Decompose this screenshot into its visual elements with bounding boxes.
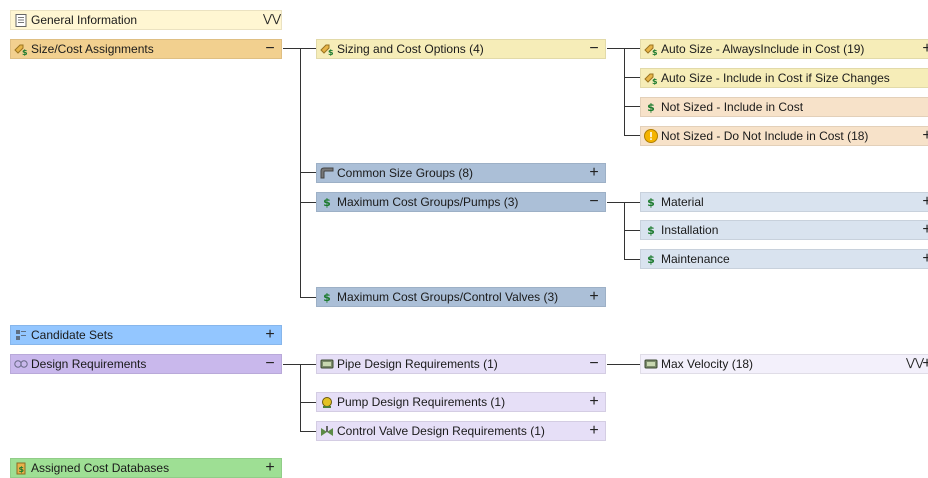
collapse-button[interactable]: −	[587, 40, 601, 58]
expand-button[interactable]: +	[263, 326, 277, 344]
not-sized-include-label: Not Sized - Include in Cost	[661, 100, 804, 114]
expand-button[interactable]: +	[920, 355, 928, 373]
connector	[624, 259, 640, 260]
assigned-cost-databases-label: Assigned Cost Databases	[31, 461, 170, 475]
design-icon	[14, 357, 28, 371]
candidate-sets-label: Candidate Sets	[31, 328, 114, 342]
max-velocity-node[interactable]: Max Velocity (18) ⋁⋁ +	[640, 354, 928, 374]
svg-text:$: $	[19, 465, 25, 474]
size-cost-assignments-label: Size/Cost Assignments	[31, 42, 154, 56]
connector	[624, 77, 640, 78]
connector	[300, 172, 316, 173]
max-cost-pumps-label: Maximum Cost Groups/Pumps (3)	[337, 195, 519, 209]
design-requirements-node[interactable]: Design Requirements −	[10, 354, 282, 374]
svg-text:$: $	[652, 48, 658, 56]
installation-node[interactable]: $ Installation +	[640, 220, 928, 240]
dollar-icon: $	[647, 223, 655, 237]
expand-button[interactable]: +	[587, 164, 601, 182]
svg-text:$: $	[328, 48, 334, 56]
connector	[300, 364, 301, 431]
dollar-icon: $	[647, 195, 655, 209]
size-cost-icon: $	[320, 42, 334, 56]
pipe-icon	[320, 357, 334, 371]
collapse-button[interactable]: −	[263, 355, 277, 373]
auto-size-if-changes-node[interactable]: $ Auto Size - Include in Cost if Size Ch…	[640, 68, 928, 88]
valve-design-requirements-label: Control Valve Design Requirements (1)	[337, 424, 545, 438]
maintenance-node[interactable]: $ Maintenance +	[640, 249, 928, 269]
dollar-icon: $	[647, 100, 655, 114]
pipe-design-requirements-node[interactable]: Pipe Design Requirements (1) −	[316, 354, 606, 374]
expand-button[interactable]: +	[920, 127, 928, 145]
material-node[interactable]: $ Material +	[640, 192, 928, 212]
material-label: Material	[661, 195, 704, 209]
not-sized-exclude-node[interactable]: Not Sized - Do Not Include in Cost (18) …	[640, 126, 928, 146]
max-cost-pumps-node[interactable]: $ Maximum Cost Groups/Pumps (3) −	[316, 192, 606, 212]
common-size-groups-label: Common Size Groups (8)	[337, 166, 474, 180]
size-cost-icon: $	[644, 42, 658, 56]
pipe-icon	[644, 357, 658, 371]
connector	[607, 364, 640, 365]
dollar-icon: $	[323, 290, 331, 304]
valve-design-requirements-node[interactable]: Control Valve Design Requirements (1) +	[316, 421, 606, 441]
expand-button[interactable]: +	[587, 288, 601, 306]
auto-size-if-changes-label: Auto Size - Include in Cost if Size Chan…	[661, 71, 890, 85]
document-icon	[14, 13, 28, 27]
valve-icon	[320, 424, 334, 438]
expand-button[interactable]: +	[920, 250, 928, 268]
size-cost-icon: $	[14, 42, 28, 56]
warning-icon	[644, 129, 658, 143]
dollar-icon: $	[647, 252, 655, 266]
database-icon: $	[14, 461, 28, 475]
pump-icon	[320, 395, 334, 409]
general-information-node[interactable]: General Information ⋁⋁	[10, 10, 282, 30]
collapse-button[interactable]: −	[263, 40, 277, 58]
candidate-icon	[14, 328, 28, 342]
pipe-design-requirements-label: Pipe Design Requirements (1)	[337, 357, 498, 371]
installation-label: Installation	[661, 223, 719, 237]
sizing-cost-options-label: Sizing and Cost Options (4)	[337, 42, 484, 56]
connector	[300, 431, 316, 432]
candidate-sets-node[interactable]: Candidate Sets +	[10, 325, 282, 345]
svg-text:$: $	[652, 77, 658, 85]
connector	[624, 135, 640, 136]
chevron-double-down-icon[interactable]: ⋁⋁	[263, 11, 281, 29]
expand-button[interactable]: +	[920, 40, 928, 58]
connector	[624, 48, 625, 135]
not-sized-include-node[interactable]: $ Not Sized - Include in Cost	[640, 97, 928, 117]
sizing-cost-options-node[interactable]: $ Sizing and Cost Options (4) −	[316, 39, 606, 59]
pump-design-requirements-node[interactable]: Pump Design Requirements (1) +	[316, 392, 606, 412]
svg-text:$: $	[22, 48, 28, 56]
connector	[300, 402, 316, 403]
size-cost-icon: $	[644, 71, 658, 85]
max-velocity-label: Max Velocity (18)	[661, 357, 754, 371]
pump-design-requirements-label: Pump Design Requirements (1)	[337, 395, 506, 409]
size-group-icon	[320, 166, 334, 180]
auto-size-always-node[interactable]: $ Auto Size - AlwaysInclude in Cost (19)…	[640, 39, 928, 59]
collapse-button[interactable]: −	[587, 193, 601, 211]
size-cost-assignments-node[interactable]: $ Size/Cost Assignments −	[10, 39, 282, 59]
expand-button[interactable]: +	[587, 422, 601, 440]
auto-size-always-label: Auto Size - AlwaysInclude in Cost (19)	[661, 42, 865, 56]
chevron-double-down-icon[interactable]: ⋁⋁	[906, 355, 924, 373]
collapse-button[interactable]: −	[587, 355, 601, 373]
expand-button[interactable]: +	[263, 459, 277, 477]
maintenance-label: Maintenance	[661, 252, 730, 266]
dollar-icon: $	[323, 195, 331, 209]
common-size-groups-node[interactable]: Common Size Groups (8) +	[316, 163, 606, 183]
connector	[624, 230, 640, 231]
design-requirements-label: Design Requirements	[31, 357, 147, 371]
general-information-label: General Information	[31, 13, 138, 27]
expand-button[interactable]: +	[587, 393, 601, 411]
max-cost-valves-node[interactable]: $ Maximum Cost Groups/Control Valves (3)…	[316, 287, 606, 307]
not-sized-exclude-label: Not Sized - Do Not Include in Cost (18)	[661, 129, 869, 143]
assigned-cost-databases-node[interactable]: $ Assigned Cost Databases +	[10, 458, 282, 478]
max-cost-valves-label: Maximum Cost Groups/Control Valves (3)	[337, 290, 559, 304]
expand-button[interactable]: +	[920, 193, 928, 211]
expand-button[interactable]: +	[920, 221, 928, 239]
connector	[300, 297, 316, 298]
connector	[300, 202, 316, 203]
connector	[624, 106, 640, 107]
